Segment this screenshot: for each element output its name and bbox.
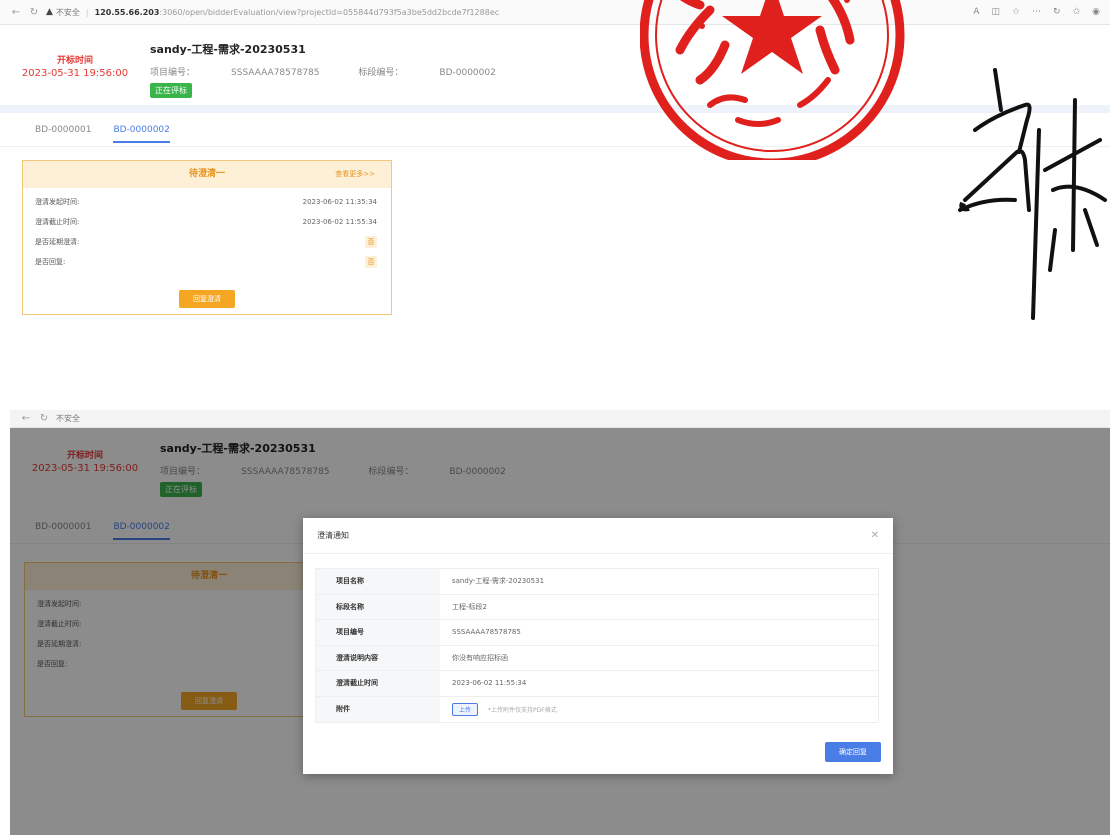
row-label: 澄清截止时间 [316,671,440,696]
left-edge [0,410,10,835]
table-row: 项目名称 sandy-工程-需求-20230531 [316,569,878,595]
seal-star-icon [722,0,822,74]
attachment-cell: 上传 *上传附件仅支持PDF格式 [440,702,557,716]
row-label: 项目编号 [316,620,440,645]
row-label: 澄清说明内容 [316,645,440,670]
row-value: SSSAAAA78578785 [452,628,521,637]
browser-address-bar: ← ↻ ▲ 不安全 | 120.55.66.203 :3060/open/bid… [0,0,1110,25]
dialog-header: 澄清通知 ✕ [303,518,893,554]
extensions-icon[interactable]: ⋯ [1032,7,1041,17]
url-separator: | [85,7,89,17]
security-label: 不安全 [55,7,80,17]
clarify-row-value: 否 [365,236,377,248]
attachment-label: 附件 [316,696,440,722]
attachment-row: 附件 上传 *上传附件仅支持PDF格式 [316,696,878,722]
clarify-row-value: 2023-06-02 11:55:34 [302,218,377,226]
dialog-detail-table: 项目名称 sandy-工程-需求-20230531 标段名称 工程-标段2 项目… [315,568,879,723]
collections-icon[interactable]: ✩ [1073,7,1081,17]
profile-icon[interactable]: ◉ [1092,7,1100,17]
row-value: 工程-标段2 [452,602,487,611]
clarify-row-value: 2023-06-02 11:35:34 [302,198,377,206]
clarify-row-start: 澄清发起时间: 2023-06-02 11:35:34 [23,192,391,212]
upload-button[interactable]: 上传 [452,702,479,716]
view-more-link[interactable]: 查看更多>> [335,161,375,188]
clarify-row-value: 否 [365,256,377,268]
handwritten-signature [955,60,1110,330]
confirm-reply-button[interactable]: 确定回复 [825,742,881,762]
tab-section-2[interactable]: BD-0000002 [113,115,171,145]
clarify-row-label: 澄清发起时间: [35,198,80,206]
clarify-row-extended: 是否延期澄清: 否 [23,232,391,252]
table-row: 标段名称 工程-标段2 [316,594,878,620]
open-time-label: 开标时间 [56,56,93,66]
url-host[interactable]: 120.55.66.203 [95,8,160,17]
browser-toolbar: A ◫ ☆ ⋯ ↻ ✩ ◉ [973,7,1110,17]
clarify-row-label: 是否延期澄清: [35,238,80,246]
project-header: 开标时间 2023-05-31 19:56:00 sandy-工程-需求-202… [0,25,1110,105]
refresh-icon[interactable]: ↻ [1053,7,1061,17]
tab-section-1[interactable]: BD-0000001 [35,115,91,145]
clarify-card-title: 待澄清一 [188,169,225,179]
seal-graphic [640,0,905,160]
clarify-row-label: 澄清截止时间: [35,218,80,226]
back-icon[interactable]: ← [10,7,22,18]
section-no-label: 标段编号： [358,68,404,78]
project-meta: 项目编号： SSSAAAA78578785 标段编号： BD-0000002 [150,65,496,78]
row-value: sandy-工程-需求-20230531 [452,577,545,586]
warning-icon: ▲ [46,7,53,17]
clarify-row-deadline: 澄清截止时间: 2023-06-02 11:55:34 [23,212,391,232]
row-value: 2023-06-02 11:55:34 [452,679,527,688]
open-time-value: 2023-05-31 19:56:00 [21,68,129,79]
close-icon[interactable]: ✕ [871,530,879,541]
project-no: 项目编号： SSSAAAA78578785 [150,68,320,78]
row-label: 标段名称 [316,594,440,619]
upload-hint: *上传附件仅支持PDF格式 [488,706,557,714]
table-row: 项目编号 SSSAAAA78578785 [316,620,878,646]
project-no-value: SSSAAAA78578785 [231,68,320,78]
security-label: 不安全 [56,414,80,423]
signature-graphic [958,68,1107,320]
clarify-row-replied: 是否回复: 否 [23,252,391,272]
back-icon[interactable]: ← [20,413,32,424]
row-label: 项目名称 [316,569,440,594]
split-screen-icon[interactable]: ◫ [991,7,1000,17]
reply-clarify-button[interactable]: 回复澄清 [179,290,235,308]
reload-icon[interactable]: ↻ [38,413,50,424]
dialog-title: 澄清通知 [317,531,349,540]
table-row: 澄清说明内容 你没有响应招标函 [316,645,878,671]
clarify-card-header: 待澄清一 查看更多>> [23,161,391,188]
second-screenshot: ← ↻ 不安全 开标时间 2023-05-31 19:56:00 sandy-工… [10,410,1110,835]
section-tabs: BD-0000001 BD-0000002 [0,113,1110,147]
clarify-card: 待澄清一 查看更多>> 澄清发起时间: 2023-06-02 11:35:34 … [22,160,392,315]
open-time-block: 开标时间 2023-05-31 19:56:00 [0,25,150,79]
read-aloud-icon[interactable]: A [973,7,979,17]
header-divider [0,105,1110,113]
reload-icon[interactable]: ↻ [28,7,40,18]
status-badge: 正在评标 [150,83,192,98]
project-no-label: 项目编号： [150,68,196,78]
clarify-notice-dialog: 澄清通知 ✕ 项目名称 sandy-工程-需求-20230531 标段名称 工程… [303,518,893,774]
project-info: sandy-工程-需求-20230531 项目编号： SSSAAAA7857878… [150,25,496,98]
red-seal-stamp [640,0,910,160]
row-value: 你没有响应招标函 [452,653,508,662]
project-name: sandy-工程-需求-20230531 [150,43,306,56]
favorite-icon[interactable]: ☆ [1012,7,1020,17]
url-path[interactable]: :3060/open/bidderEvaluation/view?project… [159,8,499,17]
section-no-value: BD-0000002 [439,68,496,78]
table-row: 澄清截止时间 2023-06-02 11:55:34 [316,671,878,697]
composite-screenshot: ← ↻ ▲ 不安全 | 120.55.66.203 :3060/open/bid… [0,0,1110,835]
clarify-row-label: 是否回复: [35,258,66,266]
clarify-card-body: 澄清发起时间: 2023-06-02 11:35:34 澄清截止时间: 2023… [23,188,391,308]
section-no: 标段编号： BD-0000002 [358,68,495,78]
